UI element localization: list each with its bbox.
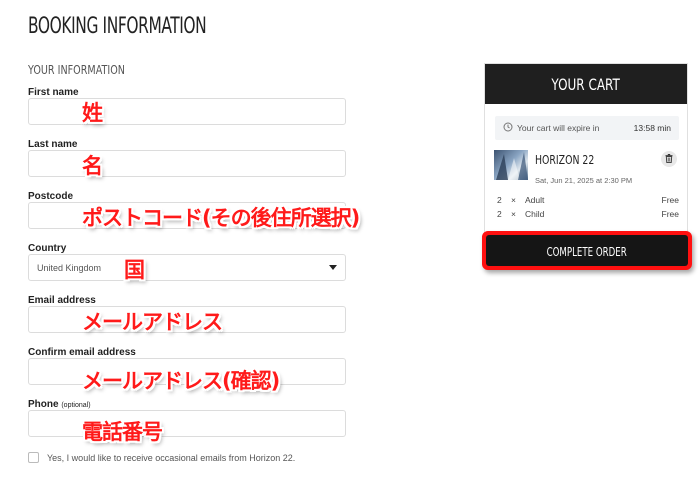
ticket-times: × bbox=[511, 209, 516, 219]
annotation-confirm-email: メールアドレス(確認) bbox=[82, 369, 280, 393]
last-name-label: Last name bbox=[28, 139, 78, 150]
consent-checkbox[interactable] bbox=[28, 452, 39, 463]
page-title: BOOKING INFORMATION bbox=[28, 14, 207, 39]
consent-text: Yes, I would like to receive occasional … bbox=[47, 452, 296, 463]
complete-order-label: COMPLETE ORDER bbox=[546, 245, 628, 259]
event-name: HORIZON 22 bbox=[535, 153, 595, 167]
annotation-phone: 電話番号 bbox=[82, 420, 163, 444]
country-label: Country bbox=[28, 243, 67, 254]
event-thumbnail bbox=[494, 150, 528, 180]
first-name-label: First name bbox=[28, 87, 79, 98]
ticket-type: Child bbox=[525, 209, 545, 219]
complete-order-highlight: COMPLETE ORDER bbox=[482, 231, 692, 270]
section-title: YOUR INFORMATION bbox=[28, 63, 125, 77]
country-select[interactable]: United Kingdom bbox=[28, 254, 346, 281]
phone-optional: (optional) bbox=[61, 402, 91, 409]
last-name-input[interactable] bbox=[28, 150, 346, 177]
ticket-price: Free bbox=[661, 209, 679, 219]
annotation-first-name: 姓 bbox=[82, 101, 103, 125]
ticket-qty: 2 bbox=[497, 195, 502, 205]
complete-order-button[interactable]: COMPLETE ORDER bbox=[486, 235, 688, 266]
ticket-type: Adult bbox=[525, 195, 545, 205]
ticket-price: Free bbox=[661, 195, 679, 205]
postcode-label: Postcode bbox=[28, 191, 74, 202]
remove-event-button[interactable] bbox=[661, 151, 677, 167]
trash-icon bbox=[665, 150, 673, 168]
ticket-qty: 2 bbox=[497, 209, 502, 219]
country-value: United Kingdom bbox=[37, 263, 102, 273]
clock-icon bbox=[503, 122, 513, 134]
expiry-time: 13:58 min bbox=[633, 123, 671, 133]
expiry-text: Your cart will expire in bbox=[517, 123, 600, 133]
annotation-country: 国 bbox=[124, 258, 145, 282]
consent-row[interactable]: Yes, I would like to receive occasional … bbox=[28, 452, 295, 463]
cart-header: YOUR CART bbox=[485, 64, 687, 104]
confirm-email-label: Confirm email address bbox=[28, 347, 136, 358]
email-label: Email address bbox=[28, 295, 96, 306]
cart-expiry: Your cart will expire in 13:58 min bbox=[495, 116, 679, 140]
event-date: Sat, Jun 21, 2025 at 2:30 PM bbox=[535, 176, 633, 185]
phone-input[interactable] bbox=[28, 410, 346, 437]
phone-label: Phone (optional) bbox=[28, 399, 91, 410]
phone-label-text: Phone bbox=[28, 399, 59, 410]
first-name-input[interactable] bbox=[28, 98, 346, 125]
annotation-last-name: 名 bbox=[82, 154, 103, 178]
annotation-email: メールアドレス bbox=[82, 310, 223, 334]
cart-panel: YOUR CART Your cart will expire in 13:58… bbox=[484, 63, 688, 233]
cart-title: YOUR CART bbox=[551, 75, 621, 94]
ticket-times: × bbox=[511, 195, 516, 205]
chevron-down-icon bbox=[329, 265, 337, 270]
annotation-postcode: ポストコード(その後住所選択) bbox=[82, 206, 360, 230]
